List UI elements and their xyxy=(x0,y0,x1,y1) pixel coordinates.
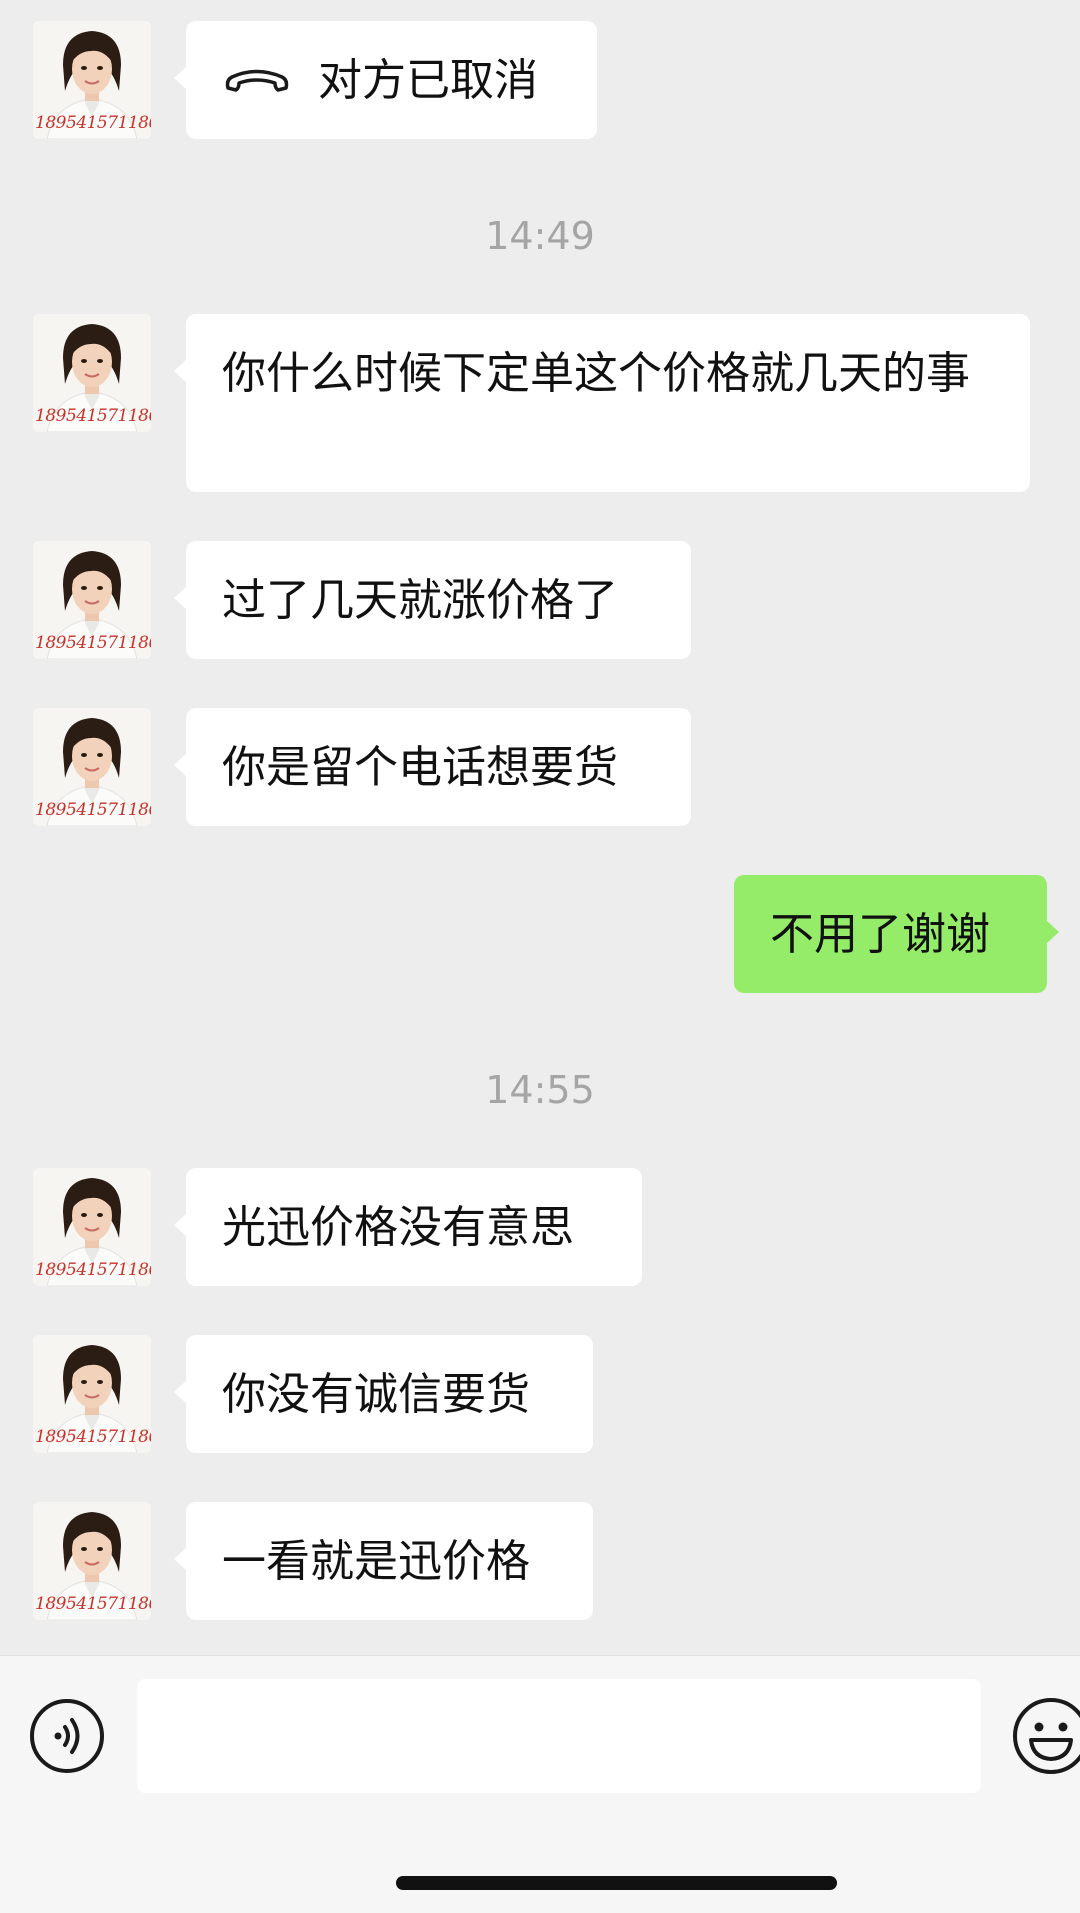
message-text: 不用了谢谢 xyxy=(770,909,990,960)
message-input[interactable] xyxy=(137,1679,981,1793)
phone-hangup-icon xyxy=(225,69,289,92)
contact-avatar[interactable]: 189541571186 xyxy=(33,21,151,139)
home-indicator[interactable] xyxy=(396,1876,837,1890)
input-bar xyxy=(0,1655,1080,1913)
avatar-caption: 189541571186 xyxy=(35,406,151,426)
message-text: 一看就是迅价格 xyxy=(222,1536,530,1587)
voice-button[interactable] xyxy=(29,1698,105,1774)
contact-avatar[interactable]: 189541571186 xyxy=(33,1168,151,1286)
message-text: 你是留个电话想要货 xyxy=(222,742,618,793)
avatar-caption: 189541571186 xyxy=(35,1260,151,1280)
voice-icon xyxy=(30,1699,104,1773)
emoji-button[interactable] xyxy=(1011,1696,1080,1776)
message-text: 你什么时候下定单这个价格就几天的事 xyxy=(222,348,970,399)
avatar-caption: 189541571186 xyxy=(35,800,151,820)
contact-avatar[interactable]: 189541571186 xyxy=(33,1502,151,1620)
chat-timestamp: 14:49 xyxy=(485,214,595,258)
message-text: 你没有诚信要货 xyxy=(222,1369,530,1420)
message-bubble[interactable]: 过了几天就涨价格了 xyxy=(174,541,691,659)
message-bubble[interactable]: 光迅价格没有意思 xyxy=(174,1168,642,1286)
message-text: 过了几天就涨价格了 xyxy=(222,575,618,626)
contact-avatar[interactable]: 189541571186 xyxy=(33,1335,151,1453)
avatar-caption: 189541571186 xyxy=(35,1594,151,1614)
message-bubble[interactable]: 你没有诚信要货 xyxy=(174,1335,593,1453)
chat-timestamp: 14:55 xyxy=(485,1068,595,1112)
message-bubble[interactable]: 一看就是迅价格 xyxy=(174,1502,593,1620)
chat-area[interactable]: 189541571186 对方已取消 14:49 189541571186 你什… xyxy=(0,0,1080,1655)
avatar-caption: 189541571186 xyxy=(35,113,151,133)
contact-avatar[interactable]: 189541571186 xyxy=(33,314,151,432)
contact-avatar[interactable]: 189541571186 xyxy=(33,541,151,659)
message-bubble[interactable]: 你是留个电话想要货 xyxy=(174,708,691,826)
message-text: 光迅价格没有意思 xyxy=(222,1202,574,1253)
message-bubble-outgoing[interactable]: 不用了谢谢 xyxy=(734,875,1059,993)
avatar-caption: 189541571186 xyxy=(35,1427,151,1447)
message-bubble[interactable]: 你什么时候下定单这个价格就几天的事 xyxy=(174,314,1030,492)
contact-avatar[interactable]: 189541571186 xyxy=(33,708,151,826)
call-status-bubble[interactable]: 对方已取消 xyxy=(174,21,597,139)
smiley-icon xyxy=(1013,1698,1080,1774)
call-status-text: 对方已取消 xyxy=(318,55,538,106)
avatar-caption: 189541571186 xyxy=(35,633,151,653)
